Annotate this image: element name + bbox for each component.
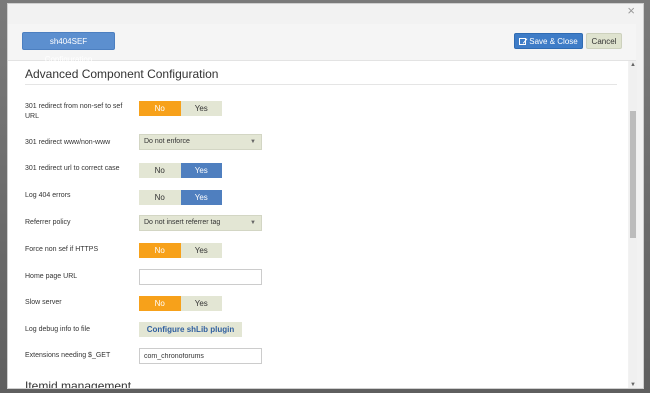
redirect-case-no-option[interactable]: No <box>139 163 181 178</box>
dropdown-caret-icon: ▼ <box>250 139 256 145</box>
log-404-yes-option[interactable]: Yes <box>180 190 222 205</box>
slow-server-toggle: No Yes <box>139 296 222 311</box>
log-debug-label: Log debug info to file <box>25 326 90 333</box>
redirect-case-toggle: No Yes <box>139 163 222 178</box>
referrer-policy-value: Do not insert referrer tag <box>144 219 221 226</box>
configure-shlib-plugin-button[interactable]: Configure shLib plugin <box>139 322 242 337</box>
referrer-policy-select[interactable]: Do not insert referrer tag ▼ <box>139 215 262 231</box>
modal-toolbar: sh404SEF Configuration Save & Close Canc… <box>8 24 636 64</box>
scroll-down-icon[interactable]: ▼ <box>629 381 637 388</box>
redirect-www-label: 301 redirect www/non-www <box>25 139 111 146</box>
redirect-nonsef-toggle: No Yes <box>139 101 222 116</box>
home-page-url-input[interactable] <box>139 269 262 285</box>
redirect-www-value: Do not enforce <box>144 138 190 145</box>
save-close-label: Save & Close <box>529 37 578 46</box>
content-scrollbar[interactable]: ▲ ▼ <box>629 61 637 388</box>
scroll-up-icon[interactable]: ▲ <box>629 61 637 70</box>
configuration-modal: × sh404SEF Configuration Save & Close Ca… <box>7 3 644 389</box>
section-divider <box>25 84 617 85</box>
extensions-get-input[interactable] <box>139 348 262 364</box>
extensions-get-label: Extensions needing $_GET <box>25 352 111 359</box>
itemid-management-title: Itemid management <box>25 379 132 389</box>
dropdown-caret-icon: ▼ <box>250 220 256 226</box>
sh404sef-configuration-button[interactable]: sh404SEF Configuration <box>22 32 115 64</box>
log-404-toggle: No Yes <box>139 190 222 205</box>
slow-server-yes-option[interactable]: Yes <box>180 296 222 311</box>
log-404-label: Log 404 errors <box>25 192 71 199</box>
checkbox-edit-icon <box>519 38 527 45</box>
redirect-www-select[interactable]: Do not enforce ▼ <box>139 134 262 150</box>
force-nonsef-https-toggle: No Yes <box>139 243 222 258</box>
force-nonsef-https-label: Force non sef if HTTPS <box>25 246 99 253</box>
home-page-url-label: Home page URL <box>25 273 78 280</box>
redirect-nonsef-label: 301 redirect from non-sef to sef URL <box>25 103 123 120</box>
redirect-nonsef-yes-option[interactable]: Yes <box>180 101 222 116</box>
redirect-nonsef-no-option[interactable]: No <box>139 101 181 116</box>
force-nonsef-https-yes-option[interactable]: Yes <box>180 243 222 258</box>
log-404-no-option[interactable]: No <box>139 190 181 205</box>
config-content: Advanced Component Configuration 301 red… <box>8 61 628 389</box>
redirect-case-label: 301 redirect url to correct case <box>25 165 120 172</box>
slow-server-label: Slow server <box>25 299 62 306</box>
cancel-button[interactable]: Cancel <box>586 33 622 49</box>
force-nonsef-https-no-option[interactable]: No <box>139 243 181 258</box>
slow-server-no-option[interactable]: No <box>139 296 181 311</box>
close-icon[interactable]: × <box>627 4 635 18</box>
scrollbar-thumb[interactable] <box>630 111 636 238</box>
save-close-button[interactable]: Save & Close <box>514 33 583 49</box>
redirect-case-yes-option[interactable]: Yes <box>180 163 222 178</box>
section-title: Advanced Component Configuration <box>25 67 219 81</box>
referrer-policy-label: Referrer policy <box>25 219 71 226</box>
